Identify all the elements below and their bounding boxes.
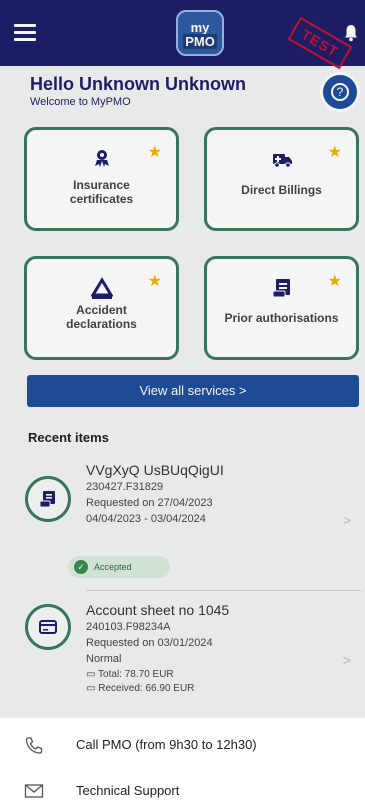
phone-icon: [25, 737, 43, 754]
envelope-icon: [24, 784, 44, 798]
technical-support-option[interactable]: Technical Support: [0, 768, 365, 810]
technical-support-label: Technical Support: [76, 783, 180, 798]
call-pmo-label: Call PMO (from 9h30 to 12h30): [76, 737, 257, 752]
call-pmo-option[interactable]: Call PMO (from 9h30 to 12h30): [0, 722, 365, 768]
contact-bottom-sheet: Call PMO (from 9h30 to 12h30) Technical …: [0, 718, 365, 810]
backdrop-overlay[interactable]: [0, 0, 365, 810]
